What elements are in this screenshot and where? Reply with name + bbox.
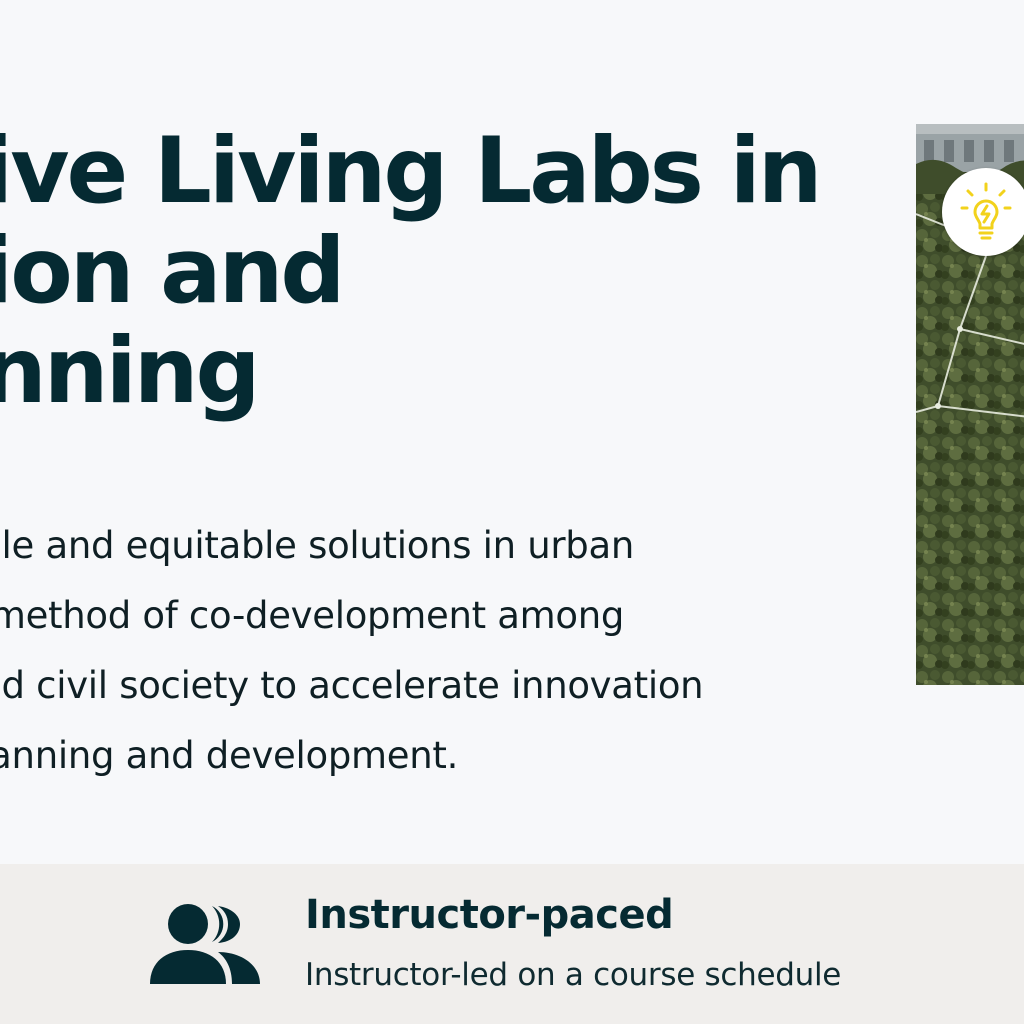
pace-description: Instructor-led on a course schedule: [305, 957, 842, 993]
course-description: able and equitable solutions in urban a …: [0, 511, 704, 791]
course-description-line-3: and civil society to accelerate innovati…: [0, 664, 704, 707]
lightbulb-icon: [960, 182, 1012, 240]
course-title-line-1: ive Living Labs in: [0, 119, 823, 224]
lightbulb-badge: [942, 168, 1024, 256]
course-description-line-2: a method of co-development among: [0, 594, 625, 637]
course-title-line-3: nning: [0, 319, 261, 424]
course-description-line-4: planning and development.: [0, 734, 459, 777]
course-description-line-1: able and equitable solutions in urban: [0, 524, 635, 567]
pace-title: Instructor-paced: [305, 892, 674, 938]
course-page: ive Living Labs in ion and nning able an…: [0, 0, 1024, 1024]
users-icon: [150, 904, 260, 984]
course-title-line-2: ion and: [0, 219, 346, 324]
course-title: ive Living Labs in ion and nning: [0, 119, 823, 424]
